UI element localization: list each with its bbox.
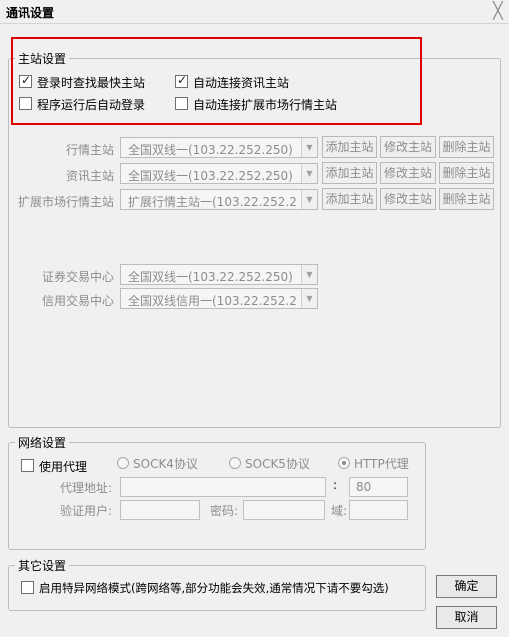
proxy-address-label: 代理地址: [60, 481, 113, 495]
info-server-value: 全国双线一(103.22.252.250) [128, 169, 293, 183]
securities-trade-value: 全国双线一(103.22.252.250) [128, 270, 293, 284]
ext-server-select[interactable]: 扩展行情主站一(103.22.252.25 ▼ [120, 189, 318, 210]
delete-station-button[interactable]: 删除主站 [439, 188, 494, 210]
proxy-address-input[interactable] [120, 477, 326, 497]
ext-server-value: 扩展行情主站一(103.22.252.25 [128, 195, 297, 209]
chevron-down-icon: ▼ [301, 265, 317, 284]
sock4-radio[interactable] [117, 457, 129, 469]
credit-trade-select[interactable]: 全国双线信用一(103.22.252.25 ▼ [120, 288, 318, 309]
quote-server-value: 全国双线一(103.22.252.250) [128, 143, 293, 157]
sock5-radio[interactable] [229, 457, 241, 469]
edit-station-button[interactable]: 修改主站 [380, 188, 436, 210]
ext-server-label: 扩展市场行情主站 [18, 195, 115, 209]
edit-station-button[interactable]: 修改主站 [380, 136, 436, 158]
window-title: 通讯设置 [6, 6, 55, 20]
domain-input[interactable] [349, 500, 408, 520]
cancel-button[interactable]: 取消 [436, 606, 497, 629]
quote-server-label: 行情主站 [66, 143, 115, 157]
close-icon[interactable]: ╳ [489, 2, 507, 20]
use-proxy-label[interactable]: 使用代理 [39, 458, 87, 475]
chevron-down-icon: ▼ [301, 138, 317, 157]
edit-station-button[interactable]: 修改主站 [380, 162, 436, 184]
sock5-label[interactable]: SOCK5协议 [245, 455, 310, 472]
info-server-label: 资讯主站 [66, 169, 115, 183]
securities-trade-label: 证券交易中心 [42, 270, 115, 284]
add-station-button[interactable]: 添加主站 [322, 188, 377, 210]
chevron-down-icon: ▼ [301, 190, 317, 209]
verify-user-input[interactable] [120, 500, 200, 520]
chevron-down-icon: ▼ [301, 289, 317, 308]
password-label: 密码: [210, 504, 239, 518]
info-server-select[interactable]: 全国双线一(103.22.252.250) ▼ [120, 163, 318, 184]
special-mode-checkbox[interactable] [21, 581, 34, 594]
proxy-port-input[interactable]: 80 [349, 477, 408, 497]
other-settings-legend: 其它设置 [15, 557, 70, 574]
sock4-label[interactable]: SOCK4协议 [133, 455, 198, 472]
special-mode-label[interactable]: 启用特异网络模式(跨网络等,部分功能会失效,通常情况下请不要勾选) [39, 580, 389, 596]
domain-label: 域: [331, 504, 348, 518]
http-proxy-label[interactable]: HTTP代理 [354, 455, 409, 472]
network-settings-legend: 网络设置 [15, 434, 70, 451]
password-input[interactable] [243, 500, 325, 520]
chevron-down-icon: ▼ [301, 164, 317, 183]
delete-station-button[interactable]: 删除主站 [439, 162, 494, 184]
credit-trade-label: 信用交易中心 [42, 294, 115, 308]
add-station-button[interactable]: 添加主站 [322, 136, 377, 158]
verify-user-label: 验证用户: [60, 504, 113, 518]
http-proxy-radio[interactable] [338, 457, 350, 469]
port-separator: : [333, 478, 338, 492]
add-station-button[interactable]: 添加主站 [322, 162, 377, 184]
delete-station-button[interactable]: 删除主站 [439, 136, 494, 158]
ok-button[interactable]: 确定 [436, 575, 497, 598]
proxy-port-value: 80 [356, 480, 372, 494]
highlight-box [11, 37, 422, 125]
use-proxy-checkbox[interactable] [21, 459, 34, 472]
credit-trade-value: 全国双线信用一(103.22.252.25 [128, 294, 297, 308]
quote-server-select[interactable]: 全国双线一(103.22.252.250) ▼ [120, 137, 318, 158]
securities-trade-select[interactable]: 全国双线一(103.22.252.250) ▼ [120, 264, 318, 285]
title-bar [0, 0, 509, 24]
